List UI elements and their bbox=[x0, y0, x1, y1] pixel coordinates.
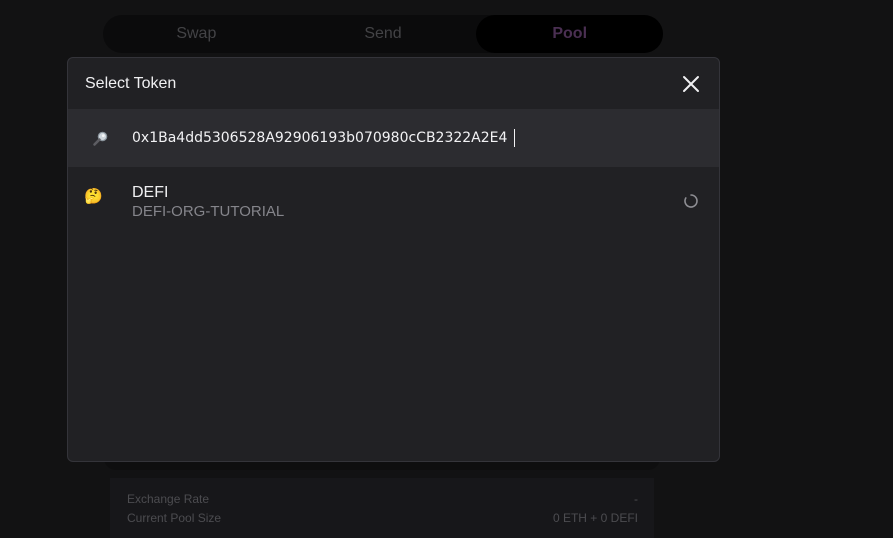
select-token-modal: Select Token 🤔 DEFI DEFI-ORG-TUTORIAL bbox=[67, 57, 720, 462]
pool-details: Exchange Rate - Current Pool Size 0 ETH … bbox=[110, 478, 654, 538]
magnifier-icon bbox=[93, 131, 108, 146]
tab-pool[interactable]: Pool bbox=[476, 15, 664, 53]
nav-tabs: Swap Send Pool bbox=[103, 15, 664, 53]
pool-size-row: Current Pool Size 0 ETH + 0 DEFI bbox=[127, 511, 638, 525]
close-button[interactable] bbox=[679, 72, 703, 96]
exchange-rate-row: Exchange Rate - bbox=[127, 492, 638, 506]
tab-swap[interactable]: Swap bbox=[103, 15, 290, 53]
exchange-rate-label: Exchange Rate bbox=[127, 492, 210, 506]
modal-header: Select Token bbox=[68, 58, 719, 109]
token-name: DEFI-ORG-TUTORIAL bbox=[132, 203, 285, 220]
thinking-face-icon: 🤔 bbox=[84, 188, 103, 205]
loading-spinner-icon bbox=[684, 194, 698, 208]
token-search-bar bbox=[68, 109, 719, 167]
exchange-rate-value: - bbox=[634, 492, 638, 506]
pool-size-label: Current Pool Size bbox=[127, 511, 222, 525]
token-search-input[interactable] bbox=[132, 127, 692, 149]
pool-size-value: 0 ETH + 0 DEFI bbox=[552, 511, 638, 525]
token-symbol: DEFI bbox=[132, 184, 169, 201]
modal-title: Select Token bbox=[85, 75, 177, 92]
tab-send[interactable]: Send bbox=[290, 15, 477, 53]
close-icon bbox=[683, 76, 699, 92]
token-list-item[interactable]: 🤔 DEFI DEFI-ORG-TUTORIAL bbox=[68, 170, 719, 230]
text-caret bbox=[514, 129, 515, 147]
